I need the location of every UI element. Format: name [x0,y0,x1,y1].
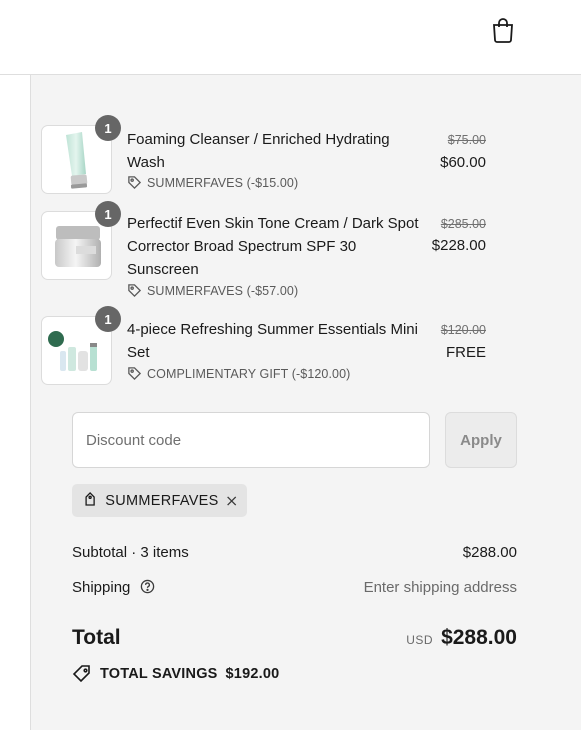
line-item: 1 4-piece Refreshing Summer Essentials M… [41,306,486,386]
subtotal-label: Subtotal · 3 items [72,544,189,561]
product-image: 1 [41,115,121,194]
quantity-badge: 1 [95,115,121,141]
subtotal-row: Subtotal · 3 items $288.00 [72,544,517,561]
currency-code: USD [406,633,434,647]
shipping-label: Shipping [72,579,131,596]
shipping-value: Enter shipping address [363,579,517,596]
original-price: $120.00 [440,323,486,337]
total-amount-group: USD $288.00 [406,626,517,650]
tag-icon [128,284,142,298]
line-item: 1 Foaming Cleanser / Enriched Hydrating … [41,115,486,195]
shopping-bag-icon[interactable] [490,16,516,44]
original-price: $75.00 [447,133,486,147]
item-discount-label: SUMMERFAVES (-$15.00) [147,175,299,190]
main-content-edge [0,75,31,730]
shipping-row: Shipping Enter shipping address [72,579,517,596]
item-title: Perfectif Even Skin Tone Cream / Dark Sp… [127,215,419,278]
subtotal-value: $288.00 [462,544,517,561]
item-title: Foaming Cleanser / Enriched Hydrating Wa… [127,131,390,171]
applied-code-chip: SUMMERFAVES [72,484,247,517]
apply-discount-button[interactable]: Apply [445,412,517,468]
savings-value: $192.00 [225,666,280,682]
item-discount-label: SUMMERFAVES (-$57.00) [147,283,299,298]
total-savings: TOTAL SAVINGS $192.00 [72,664,279,684]
final-price: $228.00 [431,237,486,254]
item-discount: SUMMERFAVES (-$15.00) [127,175,298,190]
final-price: FREE [445,344,486,361]
quantity-badge: 1 [95,306,121,332]
close-icon[interactable] [226,494,237,508]
header [0,0,581,75]
help-icon[interactable] [140,579,155,594]
final-price: $60.00 [440,154,486,171]
item-discount: COMPLIMENTARY GIFT (-$120.00) [127,366,350,381]
tag-icon [72,665,90,683]
savings-label: TOTAL SAVINGS [100,666,218,682]
item-discount: SUMMERFAVES (-$57.00) [127,283,298,298]
tag-icon [128,176,142,190]
tag-icon [85,491,95,506]
product-image: 1 [41,306,121,385]
line-item: 1 Perfectif Even Skin Tone Cream / Dark … [41,201,486,298]
product-image: 1 [41,201,121,280]
total-amount: $288.00 [441,626,517,649]
total-label: Total [72,626,121,649]
tag-icon [128,367,142,381]
discount-code-input[interactable] [72,412,430,468]
original-price: $285.00 [440,217,486,231]
applied-code-label: SUMMERFAVES [105,492,219,509]
item-discount-label: COMPLIMENTARY GIFT (-$120.00) [147,366,351,381]
quantity-badge: 1 [95,201,121,227]
item-title: 4-piece Refreshing Summer Essentials Min… [127,321,418,361]
